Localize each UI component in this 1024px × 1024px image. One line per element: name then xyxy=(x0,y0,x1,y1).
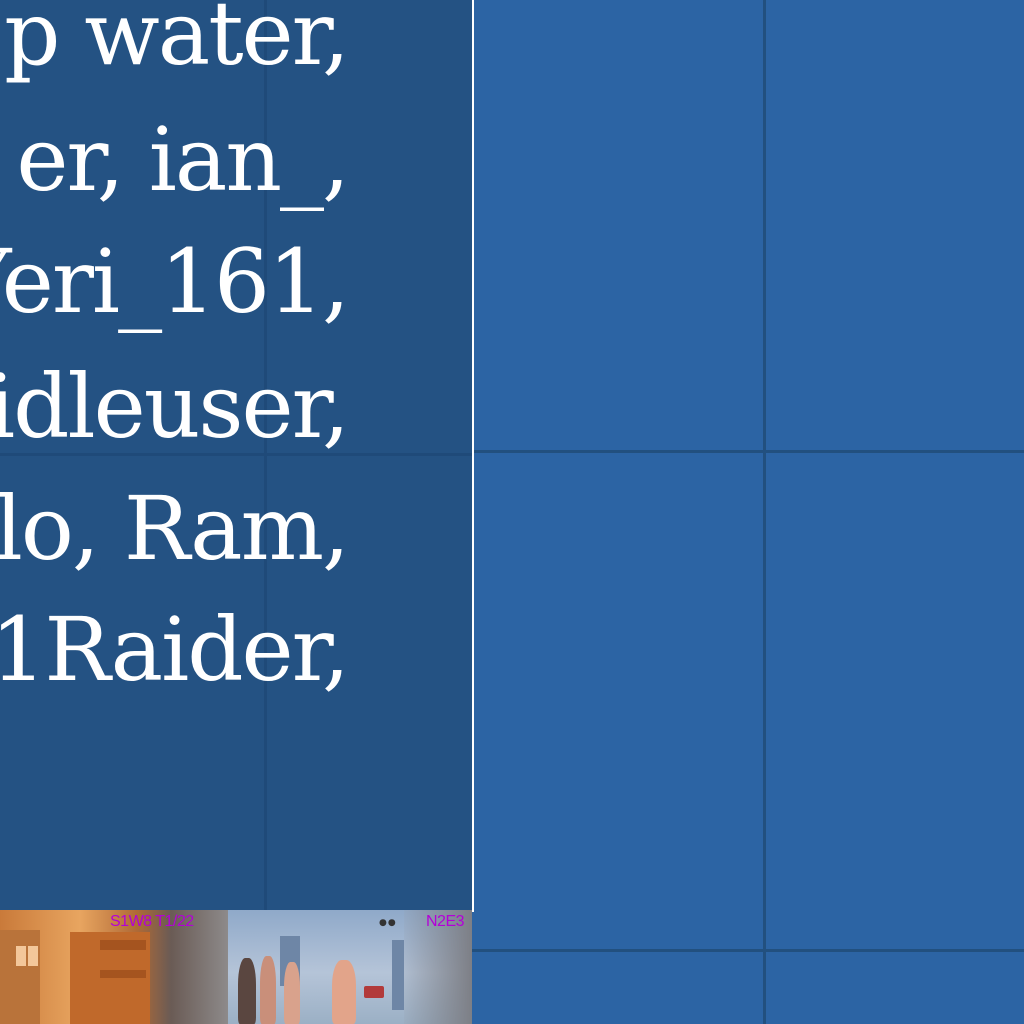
credit-line: idleuser, xyxy=(0,355,350,458)
credit-line: er, ian_, xyxy=(16,108,350,211)
grid-line xyxy=(763,0,766,1024)
credit-line: lo, Ram, xyxy=(0,477,350,580)
tower-shape xyxy=(392,940,404,1010)
credit-line: p water, xyxy=(4,0,350,85)
building-shape xyxy=(0,930,40,1024)
window-shape xyxy=(100,970,146,978)
thumbnail-strip: S1W8 T1/22 N2E3 xyxy=(0,910,472,1024)
status-icons: ●● xyxy=(379,918,397,928)
credit-line: Yeri_161, xyxy=(0,230,350,333)
person-shape xyxy=(332,960,356,1024)
desktop-canvas: p water, er, ian_, Yeri_161, idleuser, l… xyxy=(0,0,1024,1024)
credits-panel: p water, er, ian_, Yeri_161, idleuser, l… xyxy=(0,0,474,912)
thumbnail-label: N2E3 xyxy=(426,913,465,930)
person-shape xyxy=(284,962,300,1024)
credit-line: e1Raider, xyxy=(0,598,350,701)
window-shape xyxy=(16,946,26,966)
window-shape xyxy=(100,940,146,950)
flag-shape xyxy=(364,986,384,998)
person-shape xyxy=(238,958,256,1024)
person-shape xyxy=(260,956,276,1024)
thumbnail-label: S1W8 T1/22 xyxy=(110,913,194,930)
window-shape xyxy=(28,946,38,966)
